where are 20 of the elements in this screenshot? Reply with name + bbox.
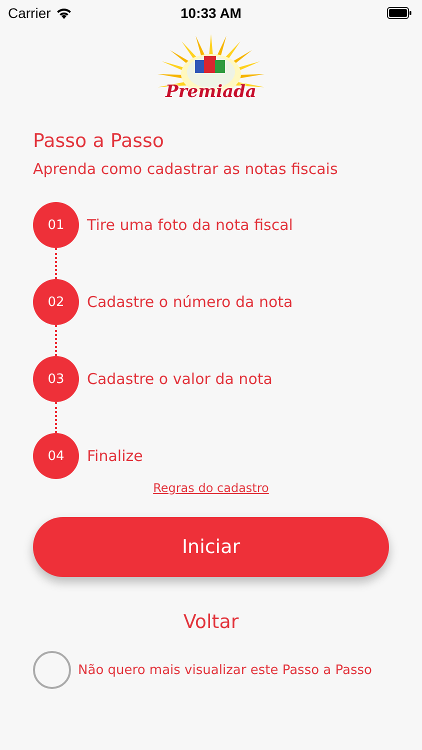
step-label: Cadastre o valor da nota xyxy=(87,370,272,388)
step-label: Cadastre o número da nota xyxy=(87,293,293,311)
checkbox-label: Não quero mais visualizar este Passo a Passo xyxy=(78,662,372,678)
wifi-icon xyxy=(56,6,72,18)
step-number: 04 xyxy=(33,433,79,479)
step-label: Finalize xyxy=(87,447,143,465)
page-title: Passo a Passo xyxy=(33,130,166,152)
step-label: Tire uma foto da nota fiscal xyxy=(87,216,293,234)
rules-link[interactable]: Regras do cadastro xyxy=(153,481,269,495)
step-number: 01 xyxy=(33,202,79,248)
checkbox[interactable] xyxy=(33,651,71,689)
logo-text: Premiada xyxy=(164,82,258,102)
start-button[interactable]: Iniciar xyxy=(33,517,389,577)
back-button[interactable]: Voltar xyxy=(183,611,239,633)
page-subtitle: Aprenda como cadastrar as notas fiscais xyxy=(33,160,339,178)
carrier-label: Carrier xyxy=(8,4,51,20)
step-number: 03 xyxy=(33,356,79,402)
battery-icon xyxy=(387,6,412,18)
clock-time: 10:33 AM xyxy=(180,4,242,20)
step-number: 02 xyxy=(33,279,79,325)
